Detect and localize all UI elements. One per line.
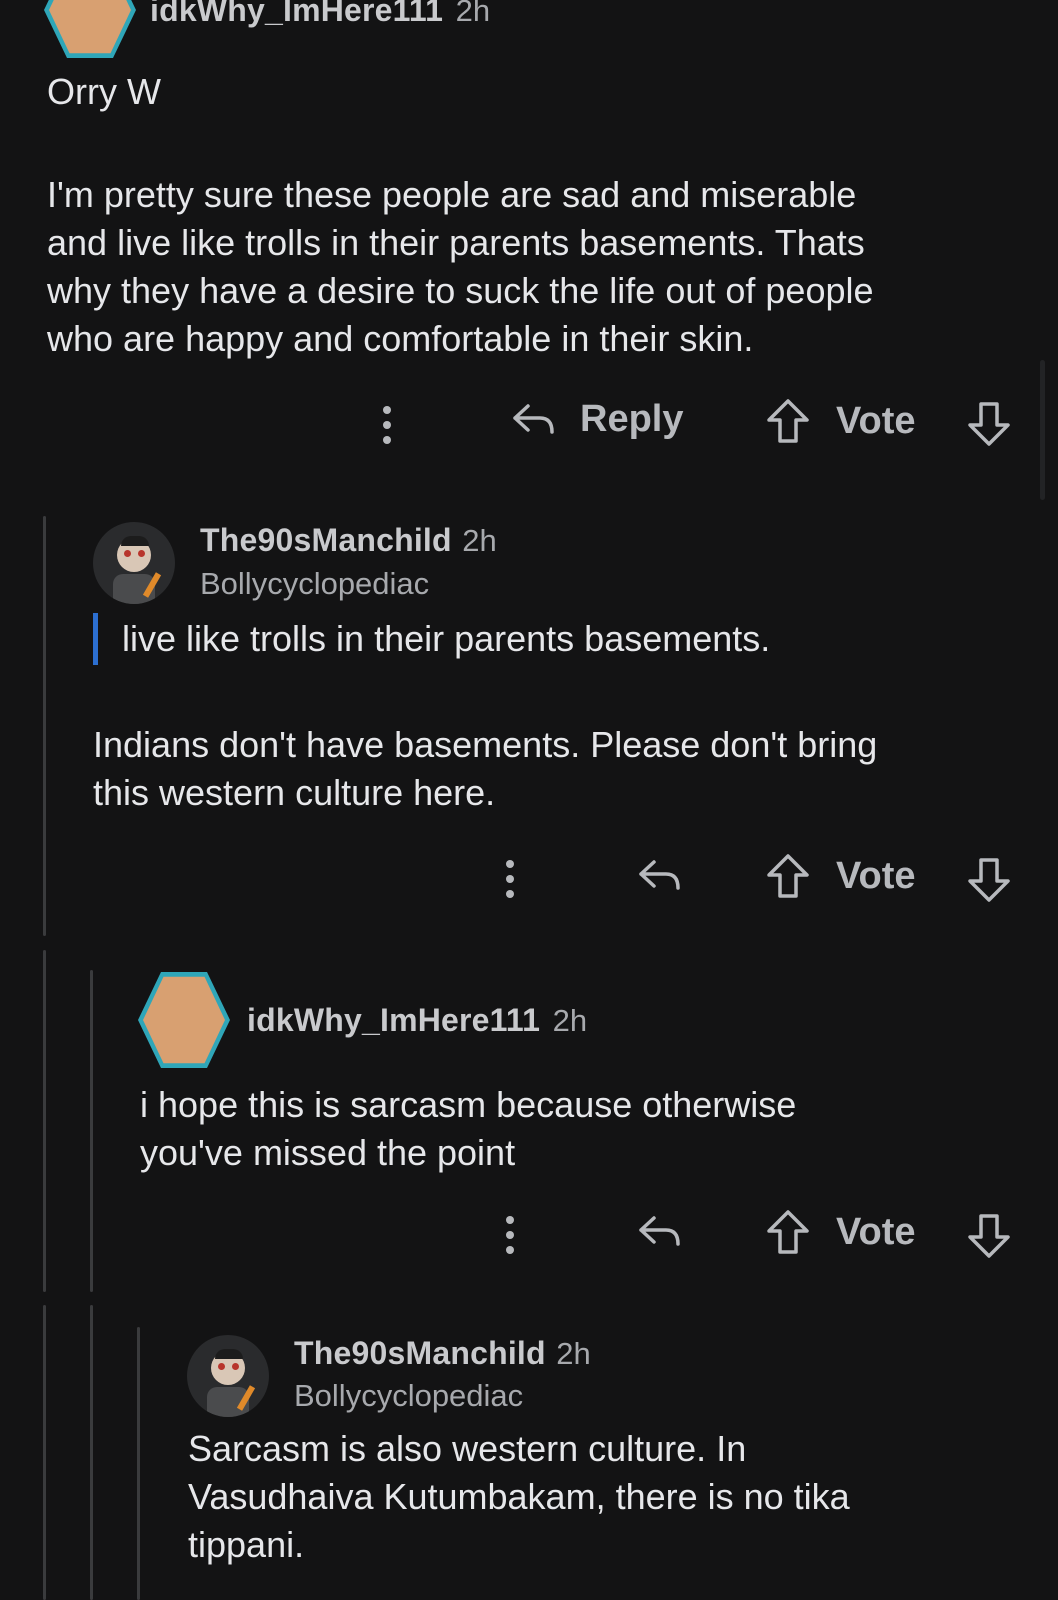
scrollbar[interactable] xyxy=(1040,360,1045,500)
comment-line: and live like trolls in their parents ba… xyxy=(47,222,865,263)
comment-line: I'm pretty sure these people are sad and… xyxy=(47,174,857,215)
user-flair: Bollycyclopediac xyxy=(294,1378,524,1413)
avatar[interactable] xyxy=(187,1335,269,1417)
username[interactable]: idkWhy_ImHere111 xyxy=(247,1002,540,1038)
username[interactable]: The90sManchild xyxy=(200,522,452,558)
comment-line: Orry W xyxy=(47,71,161,112)
reply-arrow-icon[interactable] xyxy=(636,1212,682,1252)
downvote-arrow-icon[interactable] xyxy=(966,856,1012,904)
timestamp: 2h xyxy=(556,1336,591,1371)
downvote-arrow-icon[interactable] xyxy=(966,1212,1012,1260)
more-options-icon[interactable] xyxy=(506,1216,514,1254)
timestamp: 2h xyxy=(455,0,491,28)
thread-line[interactable] xyxy=(90,970,93,1292)
vote-count: Vote xyxy=(836,855,916,897)
downvote-arrow-icon[interactable] xyxy=(966,400,1012,448)
username[interactable]: idkWhy_ImHere111 xyxy=(150,0,443,28)
reply-button[interactable]: Reply xyxy=(510,398,683,441)
comment-line: who are happy and comfortable in their s… xyxy=(47,318,754,359)
comment-line: you've missed the point xyxy=(140,1132,516,1173)
vote-count: Vote xyxy=(836,1211,916,1253)
thread-line[interactable] xyxy=(90,1305,93,1600)
upvote-arrow-icon[interactable] xyxy=(765,1208,811,1256)
comment-line: Vasudhaiva Kutumbakam, there is no tika xyxy=(188,1476,850,1517)
comment-line: why they have a desire to suck the life … xyxy=(47,270,874,311)
reply-arrow-icon xyxy=(513,403,554,434)
reply-arrow-icon[interactable] xyxy=(636,856,682,896)
thread-line[interactable] xyxy=(43,516,46,936)
comment-body: i hope this is sarcasm because otherwise… xyxy=(140,1081,1030,1177)
more-options-icon[interactable] xyxy=(383,406,391,444)
avatar[interactable] xyxy=(93,522,175,604)
reply-label: Reply xyxy=(580,398,684,440)
comment-line xyxy=(47,116,1037,171)
comment-line: Sarcasm is also western culture. In xyxy=(188,1428,747,1469)
comment-body: Orry W I'm pretty sure these people are … xyxy=(47,68,1037,363)
avatar[interactable] xyxy=(138,972,230,1068)
timestamp: 2h xyxy=(462,523,497,558)
thread-line[interactable] xyxy=(137,1327,140,1600)
username[interactable]: The90sManchild xyxy=(294,1335,546,1371)
comment-line: this western culture here. xyxy=(93,772,496,813)
comment-line: i hope this is sarcasm because otherwise xyxy=(140,1084,797,1125)
comment-body: Sarcasm is also western culture. In Vasu… xyxy=(188,1425,1038,1569)
user-flair: Bollycyclopediac xyxy=(200,566,430,601)
quoted-text: live like trolls in their parents baseme… xyxy=(122,618,771,659)
upvote-arrow-icon[interactable] xyxy=(765,397,811,445)
avatar[interactable] xyxy=(44,0,136,58)
quote-bar xyxy=(93,613,98,665)
timestamp: 2h xyxy=(552,1003,588,1038)
comment-body: Indians don't have basements. Please don… xyxy=(93,721,1033,817)
more-options-icon[interactable] xyxy=(506,860,514,898)
thread-line[interactable] xyxy=(43,1305,46,1600)
comment-line: tippani. xyxy=(188,1524,305,1565)
comment-line: Indians don't have basements. Please don… xyxy=(93,724,878,765)
thread-line[interactable] xyxy=(43,950,46,1292)
upvote-arrow-icon[interactable] xyxy=(765,852,811,900)
vote-count: Vote xyxy=(836,400,916,442)
